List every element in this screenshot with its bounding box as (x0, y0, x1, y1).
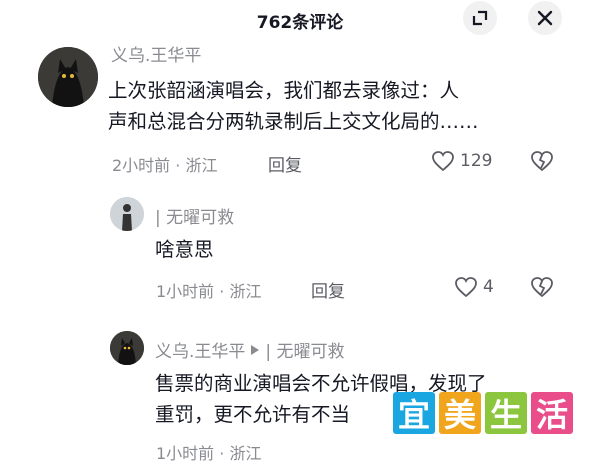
watermark-char: 活 (531, 392, 573, 434)
like-button[interactable]: 129 (430, 149, 492, 173)
like-button[interactable]: 4 (453, 275, 494, 299)
like-count: 129 (460, 151, 493, 171)
play-arrow-icon (251, 344, 260, 355)
reply-to-username[interactable]: | 无曜可救 (265, 337, 344, 362)
broken-heart-icon[interactable] (529, 149, 555, 173)
reply-button[interactable]: 回复 (268, 151, 302, 176)
comment-text-line: 啥意思 (155, 238, 214, 261)
watermark-char: 生 (485, 392, 527, 434)
heart-icon (455, 277, 477, 298)
close-icon (537, 10, 553, 26)
reply-button[interactable]: 回复 (311, 277, 345, 302)
comment-time-location: 1小时前 · 浙江 (156, 444, 262, 463)
close-button[interactable] (528, 1, 562, 35)
comment-text-line: 声和总混合分两轨录制后上交文化局的…… (108, 110, 479, 133)
avatar[interactable] (110, 331, 144, 365)
comment-time-location: 1小时前 · 浙江 (156, 282, 262, 301)
comment-username[interactable]: | 无曜可救 (155, 203, 234, 228)
like-count: 4 (483, 277, 494, 297)
expand-icon (472, 10, 488, 26)
comment-username[interactable]: 义乌.王华平 (155, 337, 245, 362)
avatar[interactable] (38, 47, 98, 107)
watermark-logo: 宜 美 生 活 (393, 392, 573, 434)
comment-text: 啥意思 (155, 234, 214, 265)
watermark-char: 美 (439, 392, 481, 434)
watermark-char: 宜 (393, 392, 435, 434)
comment-username[interactable]: 义乌.王华平 (111, 41, 201, 66)
broken-heart-icon[interactable] (529, 275, 555, 299)
comment-count-title: 762条评论 (256, 13, 344, 33)
comment-time-location: 2小时前 · 浙江 (112, 156, 218, 175)
comment-text: 上次张韶涵演唱会，我们都去录像过：人 声和总混合分两轨录制后上交文化局的…… (108, 75, 479, 137)
comment-text-line: 上次张韶涵演唱会，我们都去录像过：人 (108, 79, 460, 102)
expand-button[interactable] (463, 1, 497, 35)
heart-icon (432, 151, 454, 172)
comments-header: 762条评论 (0, 0, 600, 38)
reply-header: 义乌.王华平 | 无曜可救 (155, 337, 345, 362)
avatar[interactable] (110, 197, 144, 231)
